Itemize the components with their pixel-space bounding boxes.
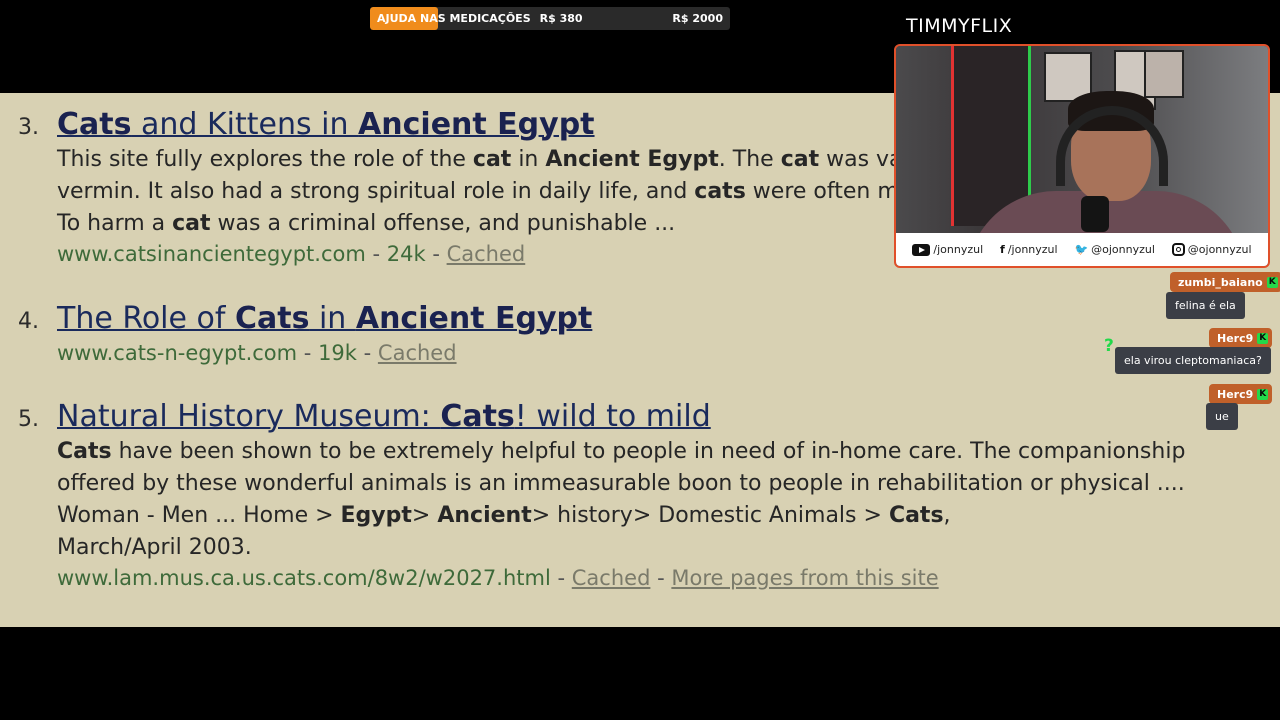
goal-target-amount: R$ 2000 (672, 12, 723, 25)
chat-username: Herc9 K (1209, 328, 1273, 348)
result-url: www.cats-n-egypt.com (57, 341, 298, 365)
social-links-bar: /jonnyzul f /jonnyzul 🐦 @ojonnyzul @ojon… (896, 233, 1268, 266)
social-instagram: @ojonnyzul (1171, 243, 1252, 256)
cached-link[interactable]: Cached (572, 566, 651, 590)
result-snippet-line: offered by these wonderful animals is an… (57, 471, 1185, 496)
facebook-icon: f (1000, 243, 1005, 256)
result-snippet-line: Cats have been shown to be extremely hel… (57, 439, 1186, 464)
result-number: 4. (18, 309, 39, 334)
social-facebook: f /jonnyzul (1000, 243, 1058, 256)
chat-username: Herc9 K (1209, 384, 1273, 404)
channel-name: TIMMYFLIX (906, 15, 1013, 37)
result-url-line: www.lam.mus.ca.us.cats.com/8w2/w2027.htm… (57, 566, 939, 590)
microphone (1081, 196, 1109, 232)
result-url-line: www.cats-n-egypt.com - 19k - Cached (57, 341, 457, 365)
result-number: 3. (18, 115, 39, 140)
cached-link[interactable]: Cached (447, 242, 526, 266)
badge-icon: K (1257, 388, 1269, 400)
result-url: www.catsinancientegypt.com (57, 242, 366, 266)
result-title-link[interactable]: Cats and Kittens in Ancient Egypt (57, 107, 595, 142)
chat-message: ela virou cleptomaniaca? (1115, 347, 1271, 374)
result-url-line: www.catsinancientegypt.com - 24k - Cache… (57, 242, 526, 266)
instagram-icon (1171, 243, 1185, 256)
result-title-link[interactable]: Natural History Museum: Cats! wild to mi… (57, 399, 711, 434)
result-snippet-line: March/April 2003. (57, 535, 252, 560)
result-url: www.lam.mus.ca.us.cats.com/8w2/w2027.htm… (57, 566, 551, 590)
cached-link[interactable]: Cached (378, 341, 457, 365)
result-size: 24k (386, 242, 426, 266)
donation-goal-bar: AJUDA NAS MEDICAÇÕES R$ 380 R$ 2000 (370, 7, 730, 30)
goal-label: AJUDA NAS MEDICAÇÕES (377, 12, 531, 25)
result-snippet-line: Woman - Men ... Home > Egypt> Ancient> h… (57, 503, 951, 528)
badge-icon: K (1266, 276, 1278, 288)
result-snippet-line: To harm a cat was a criminal offense, an… (57, 211, 676, 236)
goal-current-amount: R$ 380 (539, 12, 583, 25)
result-size: 19k (318, 341, 357, 365)
badge-icon: K (1257, 332, 1269, 344)
result-number: 5. (18, 407, 39, 432)
youtube-icon (912, 243, 931, 256)
question-icon: ? (1104, 336, 1114, 356)
more-pages-link[interactable]: More pages from this site (671, 566, 938, 590)
result-snippet-line: This site fully explores the role of the… (57, 147, 903, 172)
social-twitter: 🐦 @ojonnyzul (1074, 243, 1155, 256)
twitter-icon: 🐦 (1074, 243, 1089, 256)
chat-message: ue (1206, 403, 1238, 430)
social-youtube: /jonnyzul (912, 243, 983, 256)
result-snippet-line: vermin. It also had a strong spiritual r… (57, 179, 899, 204)
webcam-overlay: /jonnyzul f /jonnyzul 🐦 @ojonnyzul @ojon… (894, 44, 1270, 268)
chat-message: felina é ela (1166, 292, 1245, 319)
result-title-link[interactable]: The Role of Cats in Ancient Egypt (57, 301, 592, 336)
chat-username: zumbi_baiano K (1170, 272, 1280, 292)
